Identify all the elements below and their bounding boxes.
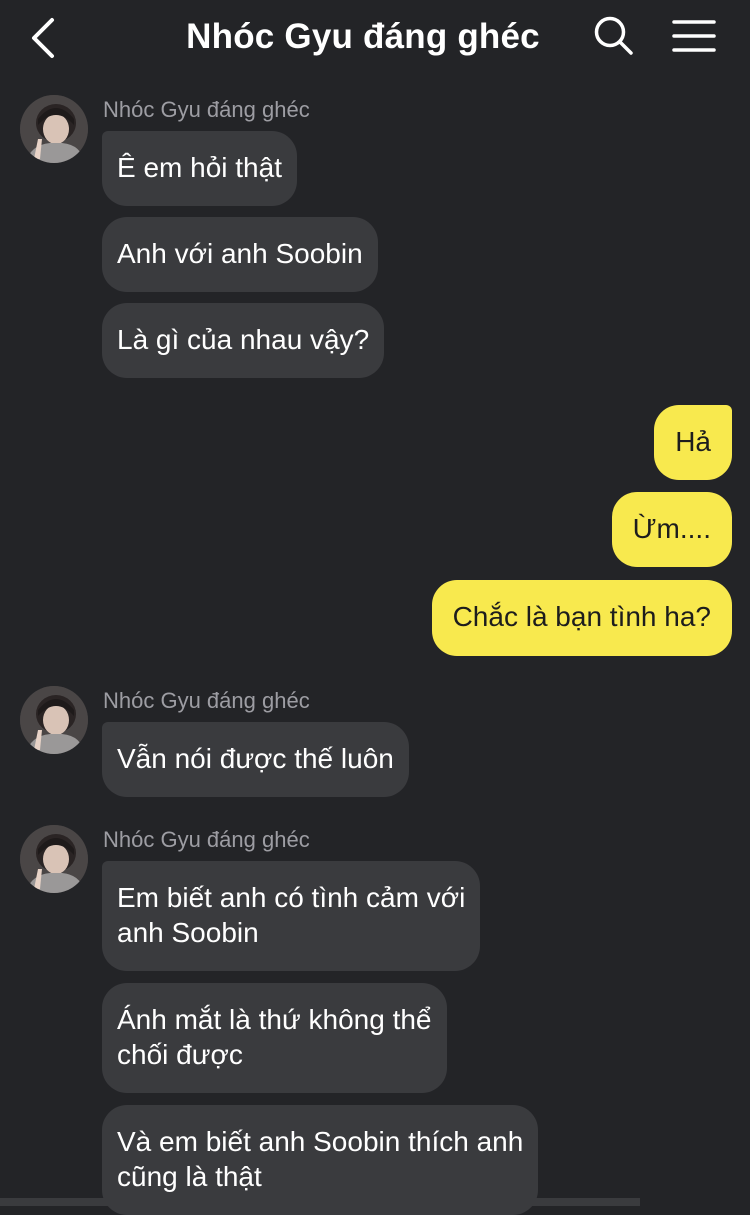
profile-photo-icon (20, 95, 88, 163)
avatar[interactable] (20, 95, 88, 163)
outgoing-message[interactable]: Ừm.... (611, 492, 732, 567)
incoming-message[interactable]: Anh với anh Soobin (102, 217, 378, 292)
sender-name: Nhóc Gyu đáng ghéc (103, 97, 310, 122)
bottom-divider (0, 1198, 640, 1206)
menu-button[interactable] (670, 16, 718, 56)
incoming-message[interactable]: Vẫn nói được thế luôn (102, 722, 409, 797)
incoming-message[interactable]: Ánh mắt là thứ không thể chối được (102, 983, 447, 1093)
message-text-line: anh Soobin (117, 917, 259, 948)
message-text: Hả (675, 426, 711, 457)
profile-photo-icon (20, 825, 88, 893)
outgoing-message[interactable]: Hả (654, 405, 732, 480)
message-text: Chắc là bạn tình ha? (452, 601, 711, 632)
message-text: Là gì của nhau vậy? (117, 324, 370, 355)
message-text-line: Em biết anh có tình cảm với (117, 882, 466, 913)
avatar[interactable] (20, 825, 88, 893)
message-text-line: Và em biết anh Soobin thích anh (117, 1126, 524, 1157)
search-button[interactable] (592, 14, 636, 58)
message-text: Anh với anh Soobin (117, 238, 363, 269)
message-text-line: cũng là thật (117, 1161, 262, 1192)
message-text: Ừm.... (632, 513, 711, 544)
avatar[interactable] (20, 686, 88, 754)
profile-photo-icon (20, 686, 88, 754)
hamburger-menu-icon (672, 20, 716, 52)
chat-header: Nhóc Gyu đáng ghéc (0, 0, 750, 80)
search-icon (594, 16, 633, 55)
message-text: Vẫn nói được thế luôn (117, 743, 394, 774)
message-text: Ê em hỏi thật (117, 152, 282, 183)
outgoing-message[interactable]: Chắc là bạn tình ha? (431, 580, 732, 656)
incoming-message[interactable]: Em biết anh có tình cảm với anh Soobin (102, 861, 481, 971)
sender-name: Nhóc Gyu đáng ghéc (103, 688, 310, 713)
incoming-message[interactable]: Là gì của nhau vậy? (102, 303, 385, 378)
message-text-line: chối được (117, 1039, 243, 1070)
message-text-line: Ánh mắt là thứ không thể (117, 1004, 432, 1035)
incoming-message[interactable]: Ê em hỏi thật (102, 131, 297, 206)
sender-name: Nhóc Gyu đáng ghéc (103, 827, 310, 852)
